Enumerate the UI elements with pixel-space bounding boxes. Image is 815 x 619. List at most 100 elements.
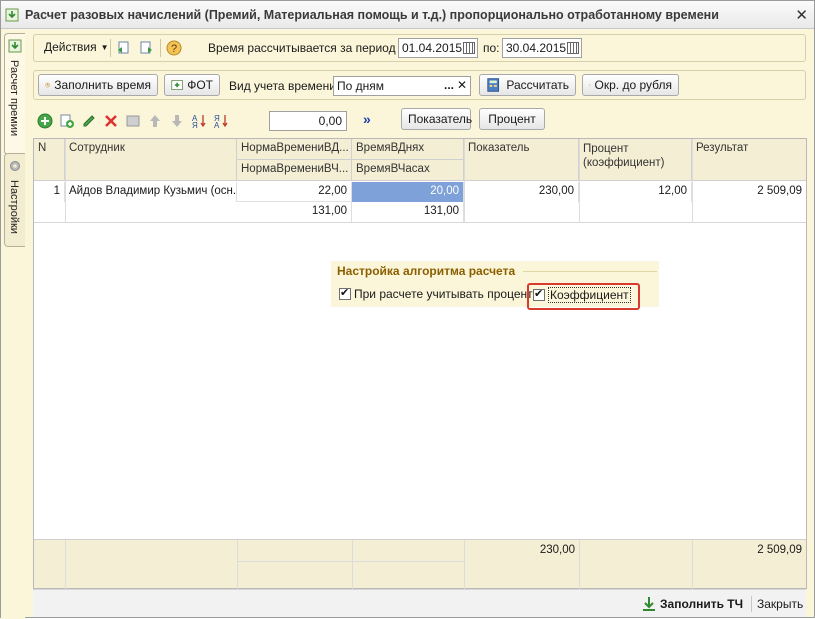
table-plus-icon [171, 80, 183, 90]
delete-icon[interactable] [103, 113, 119, 129]
add-row-icon[interactable] [37, 113, 53, 129]
chevron-down-icon: ▼ [100, 42, 109, 52]
date-from-field[interactable]: 01.04.2015 [398, 38, 478, 58]
clear-icon[interactable]: ✕ [457, 78, 467, 92]
main-panel: Действия ▼ ? Время рассчитывается за пер… [25, 29, 814, 619]
cell-result[interactable]: 2 509,09 [692, 182, 806, 202]
column-header-indicator[interactable]: Показатель [464, 139, 579, 181]
indicator-label: Показатель [408, 112, 473, 126]
arrow-down-green-icon [5, 8, 19, 21]
percent-button[interactable]: Процент [479, 108, 545, 130]
close-icon[interactable]: ✕ [795, 6, 808, 24]
help-icon[interactable]: ? [166, 40, 182, 56]
column-header-norm-hours[interactable]: НормаВремениВЧ... [237, 160, 352, 181]
time-type-value: По дням [337, 79, 385, 93]
ellipsis-icon[interactable]: ... [444, 78, 454, 92]
edit-pencil-icon[interactable] [81, 113, 97, 129]
title-bar: Расчет разовых начислений (Премий, Матер… [1, 1, 814, 29]
toolbar-divider [751, 596, 752, 612]
column-divider [65, 540, 66, 589]
column-header-time-hours[interactable]: ВремяВЧасах [352, 160, 464, 181]
toolbar-divider [110, 39, 111, 57]
cell-n[interactable]: 1 [34, 182, 65, 202]
column-divider [65, 139, 66, 223]
date-to-value: 30.04.2015 [506, 41, 567, 55]
cell-employee[interactable]: Айдов Владимир Кузьмич (осн.) [65, 182, 237, 202]
double-chevron-right-icon[interactable]: » [363, 111, 371, 127]
column-header-employee[interactable]: Сотрудник [65, 139, 237, 181]
end-edit-icon [126, 115, 140, 127]
calculate-button[interactable]: Рассчитать [479, 74, 576, 96]
period-label: Время рассчитывается за период с: [208, 41, 409, 55]
column-header-n[interactable]: N [34, 139, 65, 181]
time-type-label: Вид учета времени: [229, 79, 340, 93]
calendar-icon[interactable] [463, 42, 475, 54]
time-type-field[interactable]: По дням ... ✕ [333, 76, 471, 96]
column-divider [579, 139, 580, 223]
indicator-button[interactable]: Показатель [401, 108, 473, 130]
tab-calc-bonus-label: Расчет премии [8, 60, 20, 137]
move-down-icon[interactable] [169, 113, 185, 129]
checkmark-icon [339, 286, 351, 300]
round-label: Окр. до рубля [594, 78, 672, 92]
toolbar-fill: Заполнить время ФОТ Вид учета времени: П… [33, 70, 806, 100]
svg-text:?: ? [171, 43, 177, 55]
column-header-time-days[interactable]: ВремяВДнях [352, 139, 464, 160]
close-button[interactable]: Закрыть [757, 597, 803, 611]
period-to-label: по: [483, 41, 500, 55]
column-header-result[interactable]: Результат [692, 139, 806, 181]
toolbar-period: Действия ▼ ? Время рассчитывается за пер… [33, 34, 806, 62]
row-divider [237, 561, 464, 562]
total-indicator: 230,00 [539, 544, 575, 556]
fill-time-button[interactable]: Заполнить время [38, 74, 158, 96]
tab-settings[interactable]: Настройки [4, 153, 25, 247]
calculate-label: Рассчитать [506, 78, 569, 92]
column-divider [464, 139, 465, 223]
cell-time-days[interactable]: 20,00 [352, 182, 464, 202]
calendar-icon[interactable] [567, 42, 579, 54]
group-divider [523, 271, 657, 272]
arrow-down-green-icon [8, 39, 22, 53]
consider-percent-label: При расчете учитывать проценты [354, 287, 542, 301]
svg-text:А: А [214, 121, 220, 129]
move-up-icon[interactable] [147, 113, 163, 129]
cell-norm-days[interactable]: 22,00 [237, 182, 352, 202]
cell-norm-hours[interactable]: 131,00 [237, 202, 352, 222]
copy-row-icon[interactable] [59, 113, 75, 129]
toolbar-divider [160, 39, 161, 57]
bottom-bar: Заполнить ТЧ Закрыть [33, 589, 806, 617]
column-divider [237, 540, 238, 589]
window-title: Расчет разовых начислений (Премий, Матер… [25, 7, 719, 22]
gear-icon [10, 161, 20, 171]
fill-time-label: Заполнить время [54, 78, 151, 92]
sort-ascending-icon[interactable]: А Я [191, 113, 207, 129]
percent-label: Процент [488, 112, 536, 126]
date-to-field[interactable]: 30.04.2015 [502, 38, 582, 58]
fot-label: ФОТ [187, 78, 213, 92]
fot-button[interactable]: ФОТ [164, 74, 220, 96]
amount-field[interactable]: 0,00 [269, 111, 347, 131]
cell-time-hours[interactable]: 131,00 [352, 202, 464, 222]
round-play-icon [589, 84, 591, 86]
highlight-frame [527, 283, 640, 310]
column-header-percent[interactable]: Процент (коэффициент) [579, 139, 692, 181]
cell-indicator[interactable]: 230,00 [464, 182, 579, 202]
column-divider [352, 540, 353, 589]
svg-text:Я: Я [192, 121, 198, 129]
total-result: 2 509,09 [757, 544, 802, 556]
round-button[interactable]: Окр. до рубля [582, 74, 679, 96]
consider-percent-checkbox[interactable]: При расчете учитывать проценты [339, 286, 542, 301]
document-arrow-icon[interactable] [116, 40, 132, 56]
side-tab-strip: Расчет премии Настройки [1, 29, 25, 619]
main-window: Расчет разовых начислений (Премий, Матер… [0, 0, 815, 619]
cell-percent[interactable]: 12,00 [579, 182, 692, 202]
fill-tc-button[interactable]: Заполнить ТЧ [641, 596, 743, 612]
fill-tc-label: Заполнить ТЧ [660, 597, 744, 611]
row-divider [34, 222, 806, 223]
sort-descending-icon[interactable]: Я А [213, 113, 229, 129]
tab-settings-label: Настройки [8, 180, 20, 234]
column-header-norm-days[interactable]: НормаВремениВД... [237, 139, 352, 160]
tab-calc-bonus[interactable]: Расчет премии [4, 33, 25, 155]
document-export-icon[interactable] [138, 40, 154, 56]
actions-menu[interactable]: Действия ▼ [44, 40, 109, 54]
